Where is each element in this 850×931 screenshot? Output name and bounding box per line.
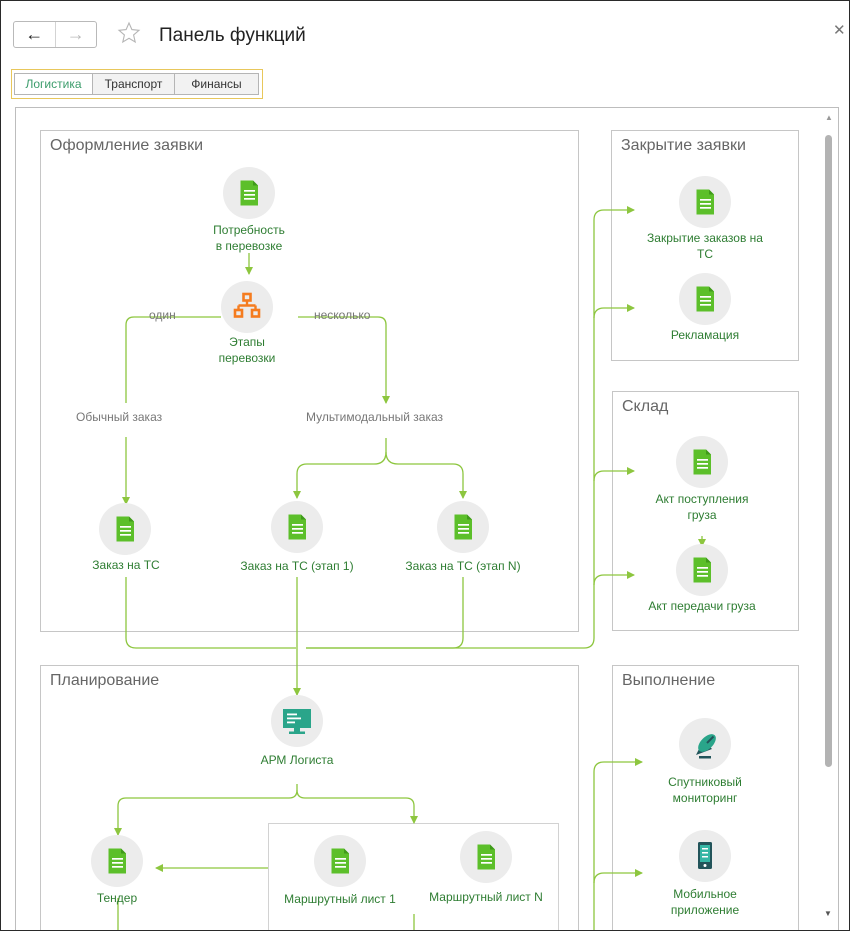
document-icon[interactable] [679, 176, 731, 228]
favorite-star-icon[interactable] [117, 21, 141, 45]
document-icon[interactable] [223, 167, 275, 219]
document-icon[interactable] [437, 501, 489, 553]
document-icon[interactable] [314, 835, 366, 887]
document-icon[interactable] [91, 835, 143, 887]
scroll-thumb[interactable] [825, 135, 832, 767]
node-transport-stages[interactable]: Этапы перевозки [167, 334, 327, 366]
vertical-scrollbar[interactable]: ▲ ▼ [821, 113, 835, 923]
scroll-down-icon[interactable]: ▼ [824, 909, 832, 918]
group-title: Оформление заявки [50, 137, 204, 154]
group-title: Выполнение [622, 672, 716, 689]
node-complaint[interactable]: Рекламация [625, 327, 785, 343]
window-title: Панель функций [159, 25, 306, 46]
document-icon[interactable] [676, 544, 728, 596]
function-panel-window: ← → Панель функций ✕ Логистика Транспорт… [0, 0, 850, 931]
caption-regular-order: Обычный заказ [76, 410, 163, 424]
document-icon[interactable] [679, 273, 731, 325]
document-icon[interactable] [676, 436, 728, 488]
forward-button[interactable]: → [56, 22, 97, 47]
node-logistician-workstation[interactable]: АРМ Логиста [217, 752, 377, 768]
node-vehicle-order-stage-n[interactable]: Заказ на ТС (этап N) [388, 558, 538, 574]
node-cargo-transfer-act[interactable]: Акт передачи груза [622, 598, 782, 614]
node-tender[interactable]: Тендер [57, 890, 177, 906]
satellite-icon[interactable] [679, 718, 731, 770]
document-icon[interactable] [99, 503, 151, 555]
title-bar: ← → Панель функций ✕ [1, 1, 849, 59]
monitor-icon[interactable] [271, 695, 323, 747]
node-close-vehicle-orders[interactable]: Закрытие заказов на ТС [625, 230, 785, 262]
node-cargo-receipt-act[interactable]: Акт поступления груза [622, 491, 782, 523]
document-icon[interactable] [271, 501, 323, 553]
node-route-sheet-1[interactable]: Маршрутный лист 1 [265, 891, 415, 907]
back-button[interactable]: ← [14, 22, 56, 47]
node-mobile-app[interactable]: Мобильное приложение [625, 886, 785, 918]
arrow-right-icon: → [66, 24, 85, 44]
group-title: Склад [622, 398, 669, 415]
caption-one: один [149, 308, 176, 322]
arrow-left-icon: ← [25, 24, 44, 44]
node-transport-need[interactable]: Потребность в перевозке [169, 222, 329, 254]
section-tabs: Логистика Транспорт Финансы [11, 69, 263, 99]
hierarchy-icon[interactable] [221, 281, 273, 333]
node-route-sheet-n[interactable]: Маршрутный лист N [411, 889, 561, 905]
tab-finance[interactable]: Финансы [174, 73, 259, 95]
caption-multimodal-order: Мультимодальный заказ [306, 410, 443, 424]
route-sheets-box [268, 823, 559, 930]
functions-area: Оформление заявки Закрытие заявки Склад … [15, 107, 839, 930]
navigation-buttons: ← → [13, 21, 97, 48]
group-title: Планирование [50, 672, 160, 689]
caption-several: несколько [314, 308, 371, 322]
tab-logistics[interactable]: Логистика [14, 73, 93, 95]
document-icon[interactable] [460, 831, 512, 883]
scroll-up-icon[interactable]: ▲ [825, 113, 833, 122]
mobile-phone-icon[interactable] [679, 830, 731, 882]
group-title: Закрытие заявки [621, 137, 746, 154]
tab-transport[interactable]: Транспорт [92, 73, 175, 95]
node-satellite-monitoring[interactable]: Спутниковый мониторинг [625, 774, 785, 806]
node-vehicle-order-stage-1[interactable]: Заказ на ТС (этап 1) [222, 558, 372, 574]
node-vehicle-order[interactable]: Заказ на ТС [56, 557, 196, 573]
close-icon[interactable]: ✕ [833, 21, 846, 39]
